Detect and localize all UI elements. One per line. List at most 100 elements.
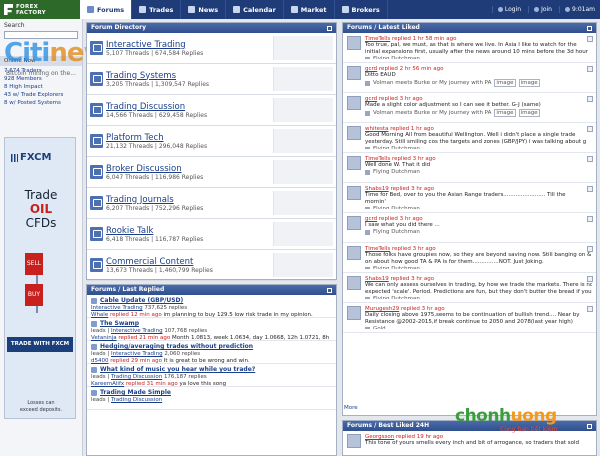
forum-directory-panel: Forum Directory Interactive Trading 5,107… <box>86 22 337 281</box>
expand-icon[interactable] <box>587 276 593 282</box>
collapse-icon[interactable] <box>587 25 592 31</box>
thread-name-link[interactable]: Volman meets Burke or My journey with PA <box>373 110 491 116</box>
post-text-line1[interactable]: Made a slight color adjustment so I can … <box>365 102 592 109</box>
thread-name-link[interactable]: Gold <box>373 326 386 329</box>
post-text-line1[interactable]: Those folks have groupies now, so they a… <box>365 252 592 259</box>
avatar[interactable] <box>347 66 361 80</box>
expand-icon[interactable] <box>587 126 593 132</box>
avatar[interactable] <box>347 276 361 290</box>
high-impact-link[interactable]: 8 High Impact <box>4 83 78 91</box>
collapse-icon[interactable] <box>327 287 332 293</box>
login-link[interactable]: Login <box>491 6 526 13</box>
thread-name-link[interactable]: Volman meets Burke or My journey with PA <box>373 80 491 86</box>
tab-news[interactable]: News <box>181 0 227 19</box>
thread-name-link[interactable]: Flying Dutchman <box>373 229 420 235</box>
thread-name-link[interactable]: Flying Dutchman <box>373 266 420 269</box>
avatar[interactable] <box>347 216 361 230</box>
forum-name-link[interactable]: Interactive Trading <box>106 40 203 50</box>
forum-latest-post[interactable] <box>273 253 333 277</box>
thread-title-link[interactable]: Cable Update (GBP/USD) <box>100 297 183 304</box>
post-text-line1[interactable]: Too true, pal, we must, as that is where… <box>365 42 592 49</box>
posted-systems-link[interactable]: 8 w/ Posted Systems <box>4 99 78 107</box>
forum-latest-post[interactable] <box>273 36 333 60</box>
thread-forum-link[interactable]: Interactive Trading <box>91 305 143 311</box>
thread-name-link[interactable]: Flying Dutchman <box>373 146 420 149</box>
expand-icon[interactable] <box>587 36 593 42</box>
post-text-line1[interactable]: Well done W. That it did <box>365 162 592 169</box>
expand-icon[interactable] <box>587 96 593 102</box>
image-tag[interactable]: image <box>518 109 540 117</box>
thread-name-link[interactable]: Flying Dutchman <box>373 296 420 299</box>
post-text-line2[interactable]: mornin' <box>365 199 592 206</box>
forum-latest-post[interactable] <box>273 160 333 184</box>
thread-title-link[interactable]: The Swamp <box>100 320 139 327</box>
post-text-line1[interactable]: Good Morning All from beautiful Wellingt… <box>365 132 592 139</box>
avatar[interactable] <box>347 156 361 170</box>
thread-forum-link[interactable]: Interactive Trading <box>111 328 163 334</box>
forum-latest-post[interactable] <box>273 222 333 246</box>
post-text-line1[interactable]: We can only assess ourselves in trading,… <box>365 282 592 289</box>
thread-name-link[interactable]: Flying Dutchman <box>373 169 420 175</box>
tab-forums[interactable]: Forums <box>80 0 133 19</box>
forum-name-link[interactable]: Platform Tech <box>106 133 207 143</box>
expand-icon[interactable] <box>587 216 593 222</box>
post-text-line2[interactable]: expected 'scale'. Period. Predictions ar… <box>365 289 592 296</box>
image-tag[interactable]: image <box>494 109 516 117</box>
forum-name-link[interactable]: Trading Discussion <box>106 102 207 112</box>
avatar[interactable] <box>347 96 361 110</box>
expand-icon[interactable] <box>587 66 593 72</box>
trade-explorers-link[interactable]: 43 w/ Trade Explorers <box>4 91 78 99</box>
tab-calendar[interactable]: Calendar <box>226 0 284 19</box>
forum-latest-post[interactable] <box>273 67 333 91</box>
clock-display[interactable]: 9:01am <box>559 6 600 13</box>
post-text-line2[interactable]: on about how good TA & PA is for them...… <box>365 259 592 266</box>
forum-latest-post[interactable] <box>273 98 333 122</box>
more-link[interactable]: More <box>344 405 358 411</box>
forum-name-link[interactable]: Trading Journals <box>106 195 203 205</box>
tab-market[interactable]: Market <box>284 0 335 19</box>
forum-name-link[interactable]: Rookie Talk <box>106 226 203 236</box>
forum-name-link[interactable]: Broker Discussion <box>106 164 203 174</box>
post-text-line1[interactable]: Daily closing above 1975,seems to be con… <box>365 312 592 319</box>
expand-icon[interactable] <box>587 156 593 162</box>
thread-name-link[interactable]: Flying Dutchman <box>373 206 420 209</box>
forex-factory-logo[interactable]: FOREX FACTORY <box>0 0 80 19</box>
thread-title-link[interactable]: Hedging/averaging trades without predict… <box>100 343 253 350</box>
tab-trades[interactable]: Trades <box>132 0 182 19</box>
thread-forum-link[interactable]: Interactive Trading <box>111 351 163 357</box>
expand-icon[interactable] <box>587 246 593 252</box>
trade-with-fxcm-button[interactable]: TRADE WITH FXCM <box>7 337 73 352</box>
post-text-line2[interactable]: initial expansions first, usually after … <box>365 49 592 56</box>
forum-name-link[interactable]: Trading Systems <box>106 71 209 81</box>
thread-icon <box>365 326 370 329</box>
collapse-icon[interactable] <box>587 423 592 429</box>
avatar[interactable] <box>347 36 361 50</box>
post-text-line2[interactable]: yesterday. Still smiling cos the targets… <box>365 139 592 146</box>
thread-forum-link[interactable]: Trading Discussion <box>111 397 162 403</box>
expand-icon[interactable] <box>587 186 593 192</box>
avatar[interactable] <box>347 126 361 140</box>
post-text-line1[interactable]: I saw what you did there ... <box>365 222 592 229</box>
avatar[interactable] <box>347 186 361 200</box>
fxcm-advertisement[interactable]: FXCM Trade OIL CFDs SELL BUY TRADE WITH … <box>4 137 76 419</box>
forum-name-link[interactable]: Commercial Content <box>106 257 213 267</box>
post-snippet[interactable]: This tone of yours smells every inch and… <box>365 440 592 447</box>
tab-brokers[interactable]: Brokers <box>335 0 388 19</box>
post-text-line2[interactable]: Resistance @2002-2015,if break continue … <box>365 319 592 326</box>
image-tag[interactable]: image <box>518 79 540 87</box>
forum-latest-post[interactable] <box>273 129 333 153</box>
join-link[interactable]: Join <box>528 6 557 13</box>
post-text-line1[interactable]: Time for Bed, over to you the Asian Rang… <box>365 192 592 199</box>
image-tag[interactable]: image <box>494 79 516 87</box>
forum-latest-post[interactable] <box>273 191 333 215</box>
thread-title-link[interactable]: What kind of music you hear while you tr… <box>100 366 255 373</box>
thread-name-link[interactable]: Flying Dutchman <box>373 56 420 59</box>
expand-icon[interactable] <box>587 306 593 312</box>
avatar[interactable] <box>347 306 361 320</box>
thread-forum-link[interactable]: Trading Discussion <box>111 374 162 380</box>
collapse-icon[interactable] <box>327 25 332 31</box>
avatar[interactable] <box>347 246 361 260</box>
thread-title-link[interactable]: Trading Made Simple <box>100 389 171 396</box>
avatar[interactable] <box>347 434 361 448</box>
post-text-line1[interactable]: Ditto EAUD <box>365 72 592 79</box>
